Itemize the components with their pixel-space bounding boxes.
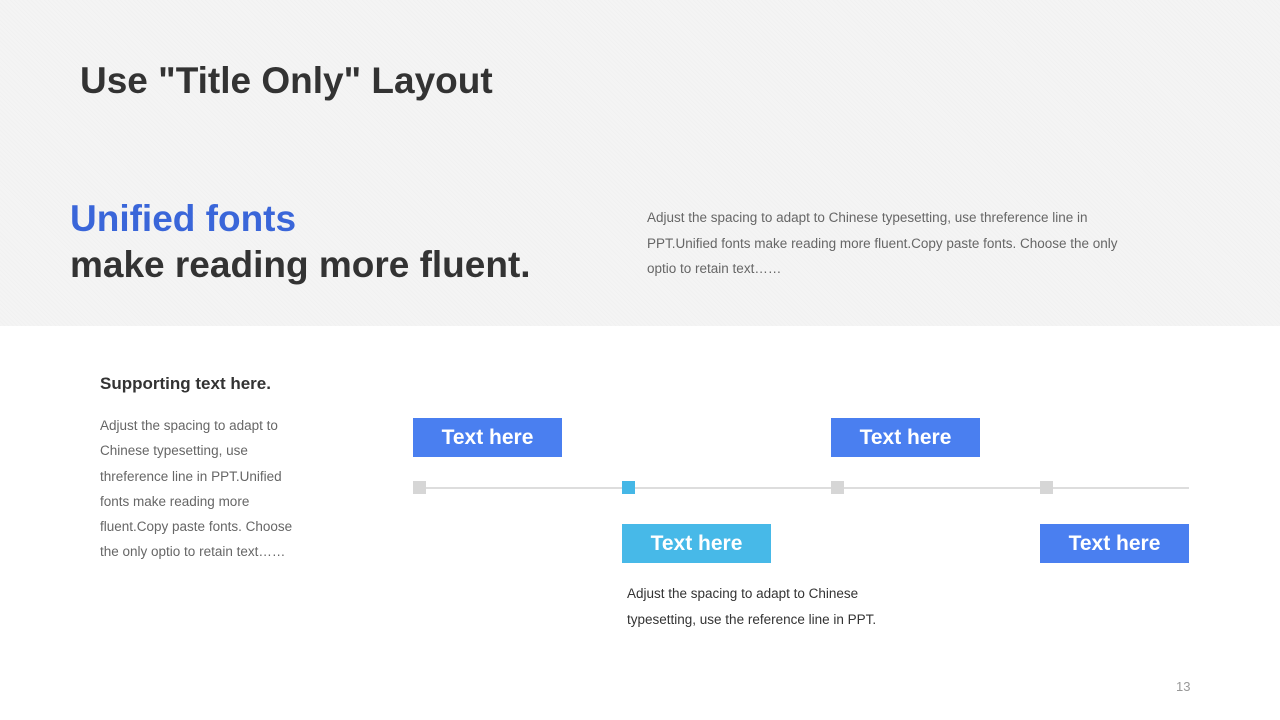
timeline-marker-1 <box>413 481 426 494</box>
timeline-label-3: Text here <box>831 418 980 457</box>
timeline-marker-3 <box>831 481 844 494</box>
supporting-paragraph: Adjust the spacing to adapt to Chinese t… <box>100 418 293 560</box>
timeline-detail-text: Adjust the spacing to adapt to Chinese t… <box>627 586 877 627</box>
timeline-label-2: Text here <box>622 524 771 563</box>
headline-rest: make reading more fluent. <box>70 244 531 285</box>
headline-accent: Unified fonts <box>70 198 297 239</box>
supporting-title: Supporting text here. <box>100 374 271 393</box>
timeline-marker-2 <box>622 481 635 494</box>
timeline-label-4: Text here <box>1040 524 1189 563</box>
page-number: 13 <box>1176 679 1191 694</box>
timeline-marker-4 <box>1040 481 1053 494</box>
timeline-label-1: Text here <box>413 418 562 457</box>
headline: Unified fonts make reading more fluent. <box>70 196 531 288</box>
timeline-line <box>419 487 1189 489</box>
intro-paragraph: Adjust the spacing to adapt to Chinese t… <box>647 210 1118 276</box>
slide-title: Use "Title Only" Layout <box>80 60 493 101</box>
